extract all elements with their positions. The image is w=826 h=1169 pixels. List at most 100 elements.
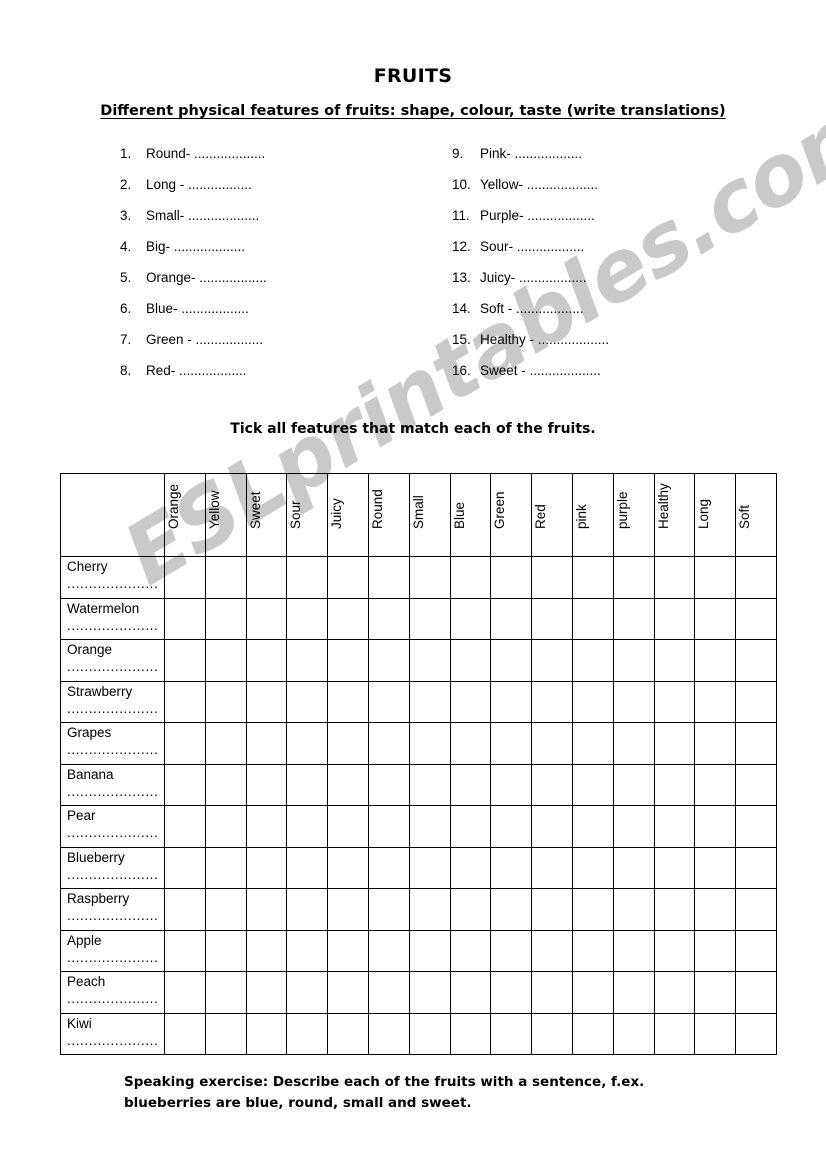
tick-checkbox-cell[interactable] [612,556,655,599]
tick-checkbox-cell[interactable] [612,805,655,848]
tick-checkbox-cell[interactable] [367,971,410,1014]
tick-checkbox-cell[interactable] [245,763,288,806]
tick-checkbox-cell[interactable] [286,805,329,848]
tick-checkbox-cell[interactable] [531,1012,573,1055]
tick-checkbox-cell[interactable] [612,971,655,1014]
tick-checkbox-cell[interactable] [571,597,614,640]
tick-checkbox-cell[interactable] [694,846,737,889]
tick-checkbox-cell[interactable] [245,639,288,682]
tick-checkbox-cell[interactable] [490,971,533,1014]
tick-checkbox-cell[interactable] [204,639,247,682]
tick-checkbox-cell[interactable] [204,929,247,972]
tick-checkbox-cell[interactable] [490,556,533,599]
tick-checkbox-cell[interactable] [164,1012,206,1055]
tick-checkbox-cell[interactable] [653,846,696,889]
tick-checkbox-cell[interactable] [653,597,696,640]
fruit-translation-dotted-line[interactable]: ..................... [61,866,164,882]
tick-checkbox-cell[interactable] [367,1012,410,1055]
fruit-translation-dotted-line[interactable]: ..................... [61,824,164,840]
fruit-translation-dotted-line[interactable]: ..................... [61,658,164,674]
tick-checkbox-cell[interactable] [164,805,206,848]
tick-checkbox-cell[interactable] [612,888,655,931]
tick-checkbox-cell[interactable] [367,597,410,640]
tick-checkbox-cell[interactable] [367,763,410,806]
tick-checkbox-cell[interactable] [408,1012,451,1055]
tick-checkbox-cell[interactable] [612,846,655,889]
tick-checkbox-cell[interactable] [735,929,777,972]
tick-checkbox-cell[interactable] [531,763,573,806]
tick-checkbox-cell[interactable] [694,763,737,806]
tick-checkbox-cell[interactable] [286,888,329,931]
tick-checkbox-cell[interactable] [327,805,369,848]
tick-checkbox-cell[interactable] [327,971,369,1014]
fruit-translation-dotted-line[interactable]: ..................... [61,1032,164,1048]
fruit-translation-dotted-line[interactable]: ..................... [61,575,164,591]
tick-checkbox-cell[interactable] [286,1012,329,1055]
tick-checkbox-cell[interactable] [735,1012,777,1055]
tick-checkbox-cell[interactable] [367,639,410,682]
tick-checkbox-cell[interactable] [367,722,410,765]
fruit-translation-dotted-line[interactable]: ..................... [61,783,164,799]
tick-checkbox-cell[interactable] [735,680,777,723]
tick-checkbox-cell[interactable] [490,805,533,848]
tick-checkbox-cell[interactable] [327,722,369,765]
tick-checkbox-cell[interactable] [164,556,206,599]
tick-checkbox-cell[interactable] [735,805,777,848]
tick-checkbox-cell[interactable] [653,556,696,599]
tick-checkbox-cell[interactable] [164,680,206,723]
tick-checkbox-cell[interactable] [571,846,614,889]
tick-checkbox-cell[interactable] [286,556,329,599]
fruit-translation-dotted-line[interactable]: ..................... [61,617,164,633]
tick-checkbox-cell[interactable] [204,722,247,765]
tick-checkbox-cell[interactable] [245,597,288,640]
tick-checkbox-cell[interactable] [653,763,696,806]
tick-checkbox-cell[interactable] [653,971,696,1014]
tick-checkbox-cell[interactable] [694,971,737,1014]
tick-checkbox-cell[interactable] [490,1012,533,1055]
tick-checkbox-cell[interactable] [449,971,492,1014]
tick-checkbox-cell[interactable] [408,722,451,765]
tick-checkbox-cell[interactable] [245,722,288,765]
tick-checkbox-cell[interactable] [449,680,492,723]
tick-checkbox-cell[interactable] [531,680,573,723]
tick-checkbox-cell[interactable] [408,680,451,723]
tick-checkbox-cell[interactable] [164,597,206,640]
tick-checkbox-cell[interactable] [571,680,614,723]
tick-checkbox-cell[interactable] [245,680,288,723]
tick-checkbox-cell[interactable] [286,680,329,723]
tick-checkbox-cell[interactable] [531,639,573,682]
tick-checkbox-cell[interactable] [490,846,533,889]
tick-checkbox-cell[interactable] [735,556,777,599]
tick-checkbox-cell[interactable] [408,556,451,599]
tick-checkbox-cell[interactable] [612,1012,655,1055]
tick-checkbox-cell[interactable] [245,888,288,931]
tick-checkbox-cell[interactable] [653,722,696,765]
tick-checkbox-cell[interactable] [490,929,533,972]
tick-checkbox-cell[interactable] [204,805,247,848]
tick-checkbox-cell[interactable] [653,1012,696,1055]
tick-checkbox-cell[interactable] [286,722,329,765]
tick-checkbox-cell[interactable] [531,805,573,848]
tick-checkbox-cell[interactable] [449,929,492,972]
tick-checkbox-cell[interactable] [164,846,206,889]
fruit-translation-dotted-line[interactable]: ..................... [61,990,164,1006]
tick-checkbox-cell[interactable] [490,639,533,682]
tick-checkbox-cell[interactable] [408,971,451,1014]
tick-checkbox-cell[interactable] [531,556,573,599]
tick-checkbox-cell[interactable] [367,929,410,972]
tick-checkbox-cell[interactable] [571,888,614,931]
tick-checkbox-cell[interactable] [653,888,696,931]
tick-checkbox-cell[interactable] [164,722,206,765]
tick-checkbox-cell[interactable] [286,763,329,806]
tick-checkbox-cell[interactable] [571,1012,614,1055]
tick-checkbox-cell[interactable] [735,846,777,889]
tick-checkbox-cell[interactable] [327,888,369,931]
tick-checkbox-cell[interactable] [531,597,573,640]
tick-checkbox-cell[interactable] [490,888,533,931]
tick-checkbox-cell[interactable] [490,763,533,806]
tick-checkbox-cell[interactable] [164,763,206,806]
tick-checkbox-cell[interactable] [245,971,288,1014]
tick-checkbox-cell[interactable] [245,556,288,599]
tick-checkbox-cell[interactable] [286,639,329,682]
tick-checkbox-cell[interactable] [204,846,247,889]
